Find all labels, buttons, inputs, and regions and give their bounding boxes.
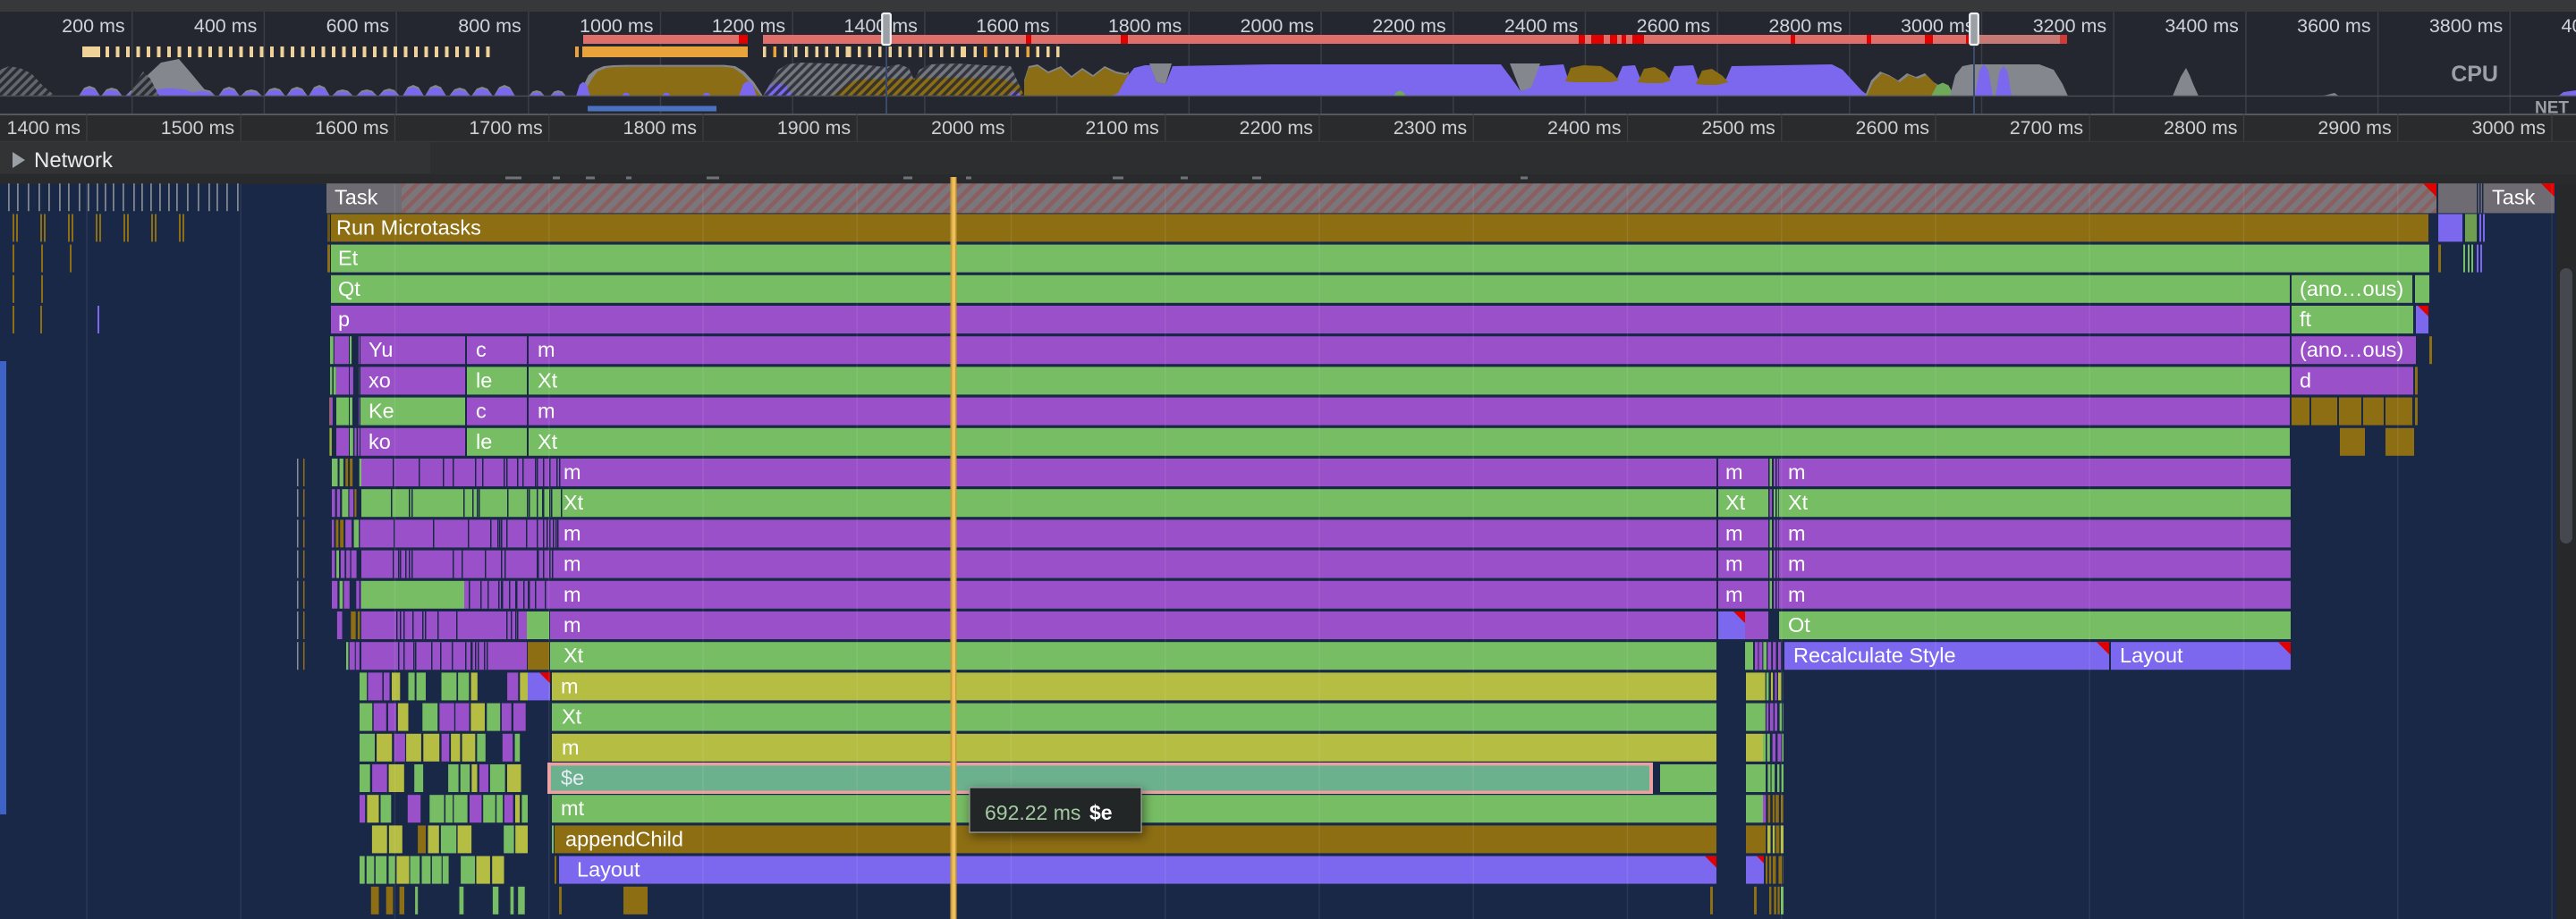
svg-text:m: m	[562, 736, 580, 759]
svg-text:2800 ms: 2800 ms	[1768, 15, 1842, 37]
svg-text:1900 ms: 1900 ms	[777, 117, 851, 139]
svg-text:1200 ms: 1200 ms	[712, 15, 785, 37]
svg-text:m: m	[1788, 460, 1806, 484]
svg-text:2900 ms: 2900 ms	[2318, 117, 2391, 139]
svg-text:c: c	[476, 400, 487, 423]
svg-text:1000 ms: 1000 ms	[580, 15, 653, 37]
svg-text:m: m	[564, 460, 581, 484]
svg-text:Xt: Xt	[1725, 491, 1746, 514]
svg-text:Xt: Xt	[564, 644, 584, 667]
svg-text:2200 ms: 2200 ms	[1240, 117, 1313, 139]
svg-text:$e: $e	[561, 766, 584, 789]
svg-text:d: d	[2300, 368, 2311, 392]
svg-text:2200 ms: 2200 ms	[1372, 15, 1445, 37]
svg-text:3800 ms: 3800 ms	[2429, 15, 2503, 37]
svg-text:4000 ms: 4000 ms	[2562, 15, 2576, 37]
svg-text:m: m	[1725, 460, 1743, 484]
svg-text:Xt: Xt	[562, 705, 582, 729]
svg-text:m: m	[538, 400, 555, 423]
svg-text:m: m	[564, 521, 581, 544]
svg-text:Et: Et	[338, 247, 359, 270]
svg-text:Xt: Xt	[564, 491, 584, 514]
svg-text:1800 ms: 1800 ms	[623, 117, 697, 139]
svg-text:3000 ms: 3000 ms	[2472, 117, 2546, 139]
svg-text:Ot: Ot	[1788, 613, 1810, 637]
svg-text:Xt: Xt	[1788, 491, 1809, 514]
svg-text:p: p	[338, 308, 350, 331]
svg-text:le: le	[476, 430, 492, 453]
svg-text:$e: $e	[1089, 801, 1113, 824]
svg-text:Layout: Layout	[577, 858, 640, 881]
svg-text:3200 ms: 3200 ms	[2033, 15, 2106, 37]
svg-text:xo: xo	[369, 368, 391, 392]
svg-text:600 ms: 600 ms	[326, 15, 390, 37]
svg-text:m: m	[1725, 583, 1743, 606]
svg-text:2000 ms: 2000 ms	[931, 117, 1004, 139]
svg-text:appendChild: appendChild	[565, 827, 683, 850]
svg-text:Ke: Ke	[369, 400, 394, 423]
svg-text:Xt: Xt	[538, 368, 558, 392]
svg-text:400 ms: 400 ms	[194, 15, 258, 37]
svg-text:(ano…ous): (ano…ous)	[2300, 277, 2403, 300]
svg-text:CPU: CPU	[2451, 62, 2498, 87]
svg-text:2100 ms: 2100 ms	[1085, 117, 1158, 139]
svg-text:le: le	[476, 368, 492, 392]
svg-text:m: m	[1725, 552, 1743, 576]
svg-text:Xt: Xt	[538, 430, 558, 453]
svg-text:1500 ms: 1500 ms	[161, 117, 234, 139]
svg-text:3600 ms: 3600 ms	[2297, 15, 2370, 37]
svg-text:1400 ms: 1400 ms	[7, 117, 80, 139]
svg-text:c: c	[476, 338, 487, 361]
svg-text:2800 ms: 2800 ms	[2164, 117, 2237, 139]
svg-text:m: m	[564, 583, 581, 606]
svg-text:Yu: Yu	[369, 338, 393, 361]
svg-text:m: m	[564, 552, 581, 576]
svg-text:ko: ko	[369, 430, 391, 453]
svg-text:1400 ms: 1400 ms	[843, 15, 917, 37]
svg-text:1600 ms: 1600 ms	[315, 117, 388, 139]
svg-text:m: m	[538, 338, 555, 361]
svg-text:2500 ms: 2500 ms	[1701, 117, 1775, 139]
svg-text:2600 ms: 2600 ms	[1637, 15, 1710, 37]
svg-text:Recalculate Style: Recalculate Style	[1793, 644, 1956, 667]
svg-text:Qt: Qt	[338, 277, 360, 300]
svg-text:(ano…ous): (ano…ous)	[2300, 338, 2403, 361]
svg-text:ft: ft	[2300, 308, 2312, 331]
svg-text:m: m	[1725, 521, 1743, 544]
svg-text:2300 ms: 2300 ms	[1394, 117, 1467, 139]
svg-text:1700 ms: 1700 ms	[469, 117, 542, 139]
svg-text:Layout: Layout	[2120, 644, 2183, 667]
svg-text:3400 ms: 3400 ms	[2165, 15, 2238, 37]
svg-text:m: m	[1788, 583, 1806, 606]
svg-text:2600 ms: 2600 ms	[1856, 117, 1929, 139]
svg-text:Network: Network	[34, 148, 114, 173]
svg-text:m: m	[1788, 521, 1806, 544]
svg-text:200 ms: 200 ms	[62, 15, 125, 37]
svg-text:2000 ms: 2000 ms	[1241, 15, 1314, 37]
svg-text:Task: Task	[335, 186, 378, 209]
svg-text:m: m	[564, 613, 581, 637]
svg-text:m: m	[561, 674, 579, 697]
svg-text:1600 ms: 1600 ms	[976, 15, 1049, 37]
svg-text:692.22 ms: 692.22 ms	[985, 801, 1080, 824]
svg-text:Run Microtasks: Run Microtasks	[336, 215, 481, 239]
svg-text:m: m	[1788, 552, 1806, 576]
svg-text:2700 ms: 2700 ms	[2010, 117, 2083, 139]
svg-text:2400 ms: 2400 ms	[1504, 15, 1578, 37]
svg-text:1800 ms: 1800 ms	[1108, 15, 1182, 37]
svg-text:800 ms: 800 ms	[458, 15, 521, 37]
svg-text:Task: Task	[2492, 186, 2536, 209]
svg-text:2400 ms: 2400 ms	[1547, 117, 1621, 139]
svg-text:mt: mt	[561, 797, 585, 820]
svg-text:3000 ms: 3000 ms	[1901, 15, 1974, 37]
